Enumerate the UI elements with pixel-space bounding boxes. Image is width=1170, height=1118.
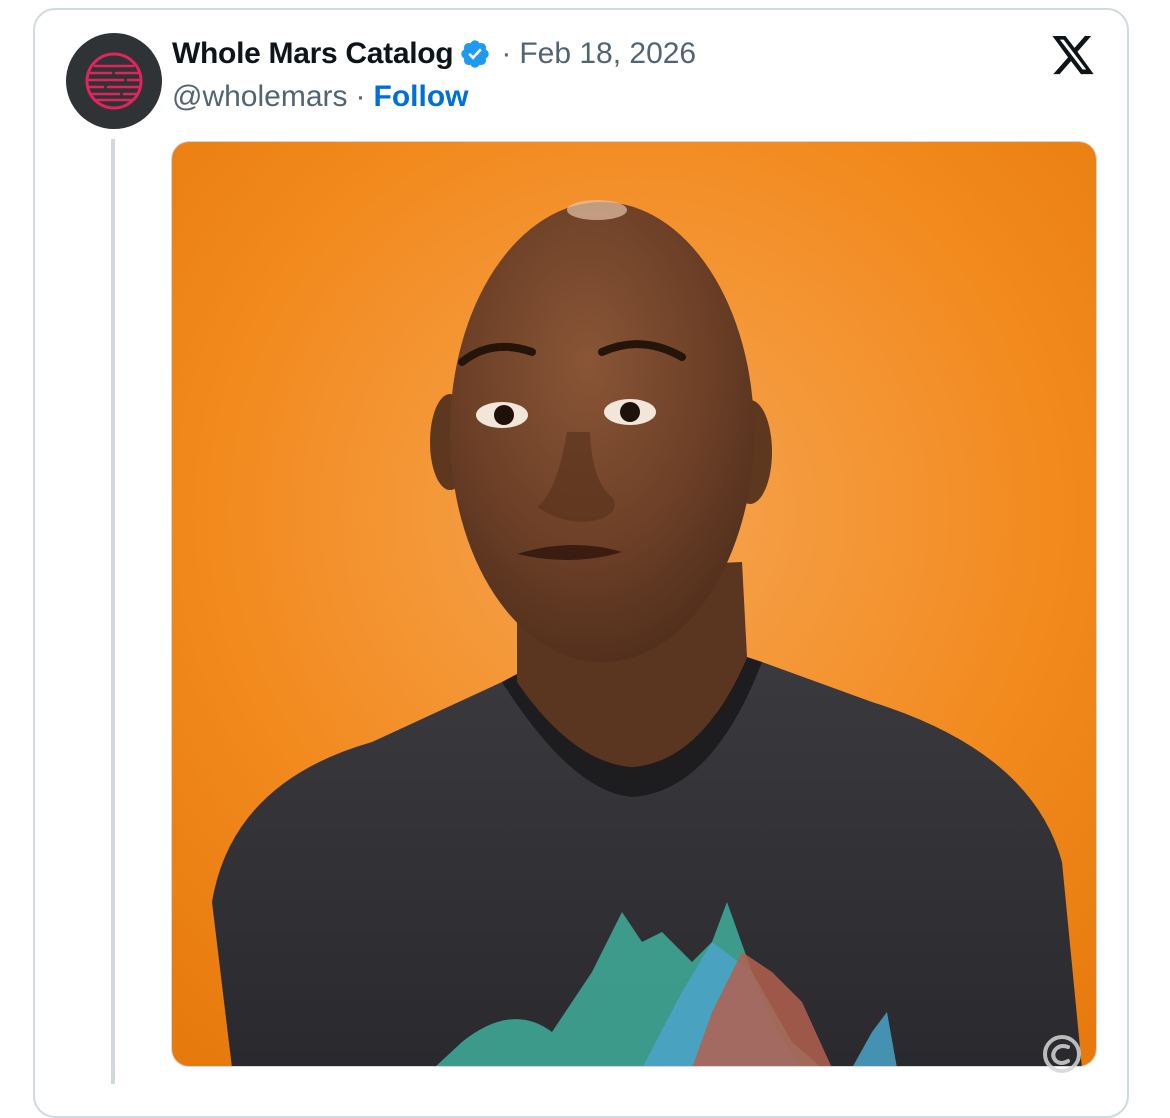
avatar[interactable] — [66, 33, 162, 129]
watermark-logo-icon — [1043, 1035, 1081, 1073]
handle-row: @wholemars · Follow — [172, 78, 469, 116]
author-handle[interactable]: @wholemars — [172, 80, 348, 114]
verified-badge-icon — [461, 40, 489, 68]
post-date[interactable]: Feb 18, 2026 — [519, 37, 696, 71]
thread-line — [111, 139, 115, 1084]
post-image[interactable] — [171, 141, 1097, 1067]
portrait-photo — [172, 142, 1096, 1066]
handle-separator: · — [355, 80, 366, 113]
author-row: Whole Mars Catalog · Feb 18, 2026 — [172, 34, 696, 74]
author-name[interactable]: Whole Mars Catalog — [172, 37, 454, 71]
x-logo-icon[interactable] — [1050, 36, 1096, 78]
date-separator: · — [501, 37, 512, 70]
follow-button[interactable]: Follow — [374, 80, 469, 114]
mars-planet-icon — [85, 52, 143, 110]
